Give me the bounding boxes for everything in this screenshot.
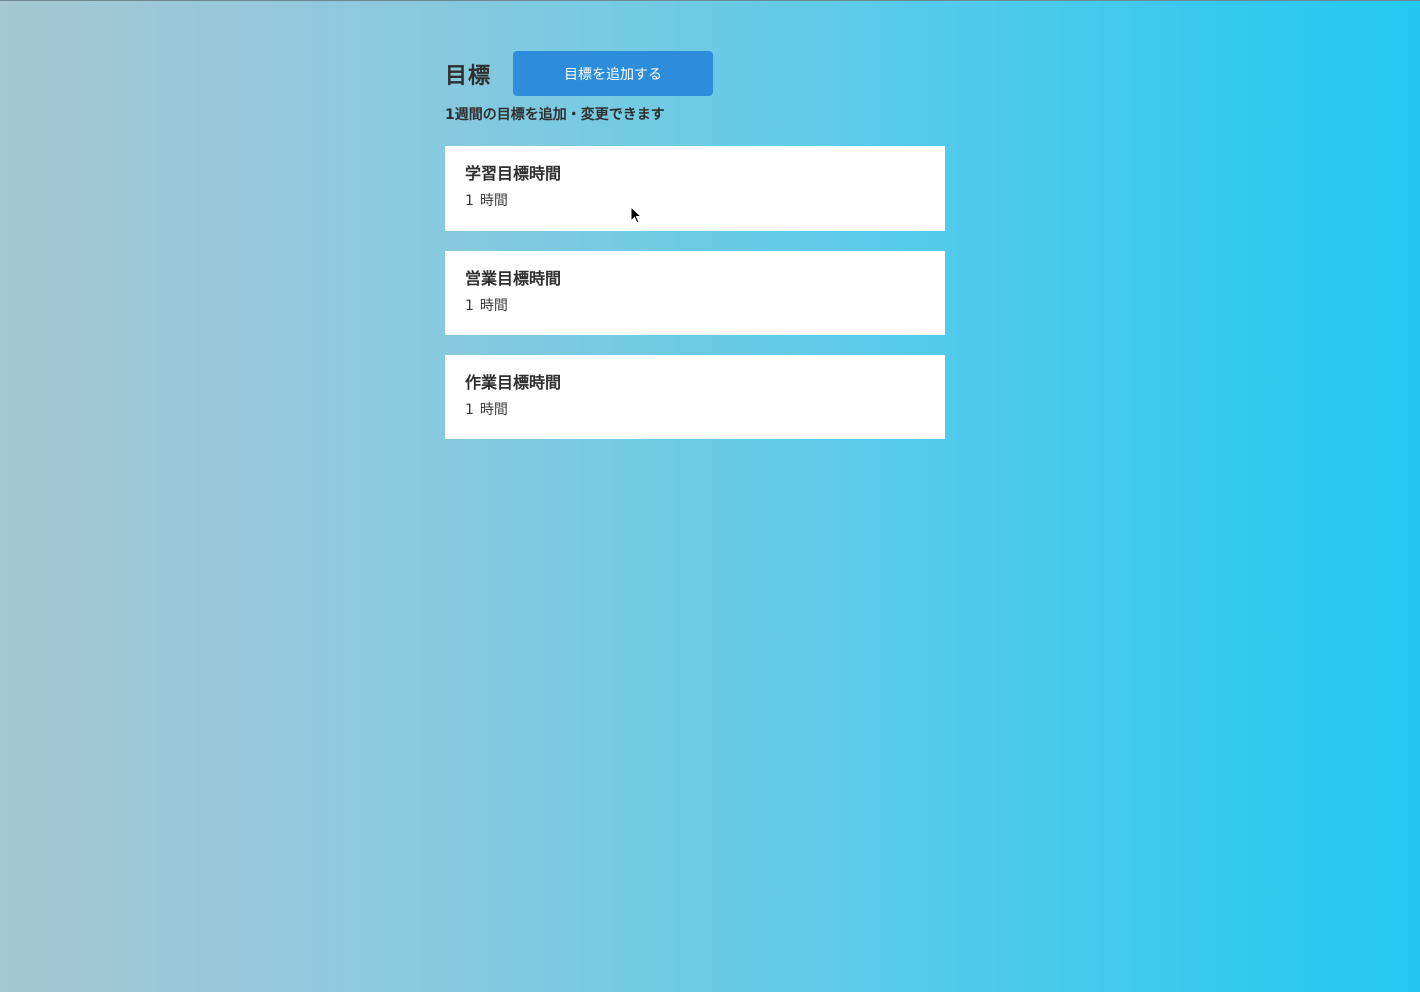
goal-card-work[interactable]: 作業目標時間 1 時間 <box>445 355 945 439</box>
goal-unit: 時間 <box>479 193 508 209</box>
goals-section: 目標 目標を追加する 1週間の目標を追加・変更できます 学習目標時間 1 時間 営… <box>445 51 945 459</box>
window-top-border <box>0 0 1420 1</box>
goal-value: 1 時間 <box>465 401 925 419</box>
mouse-pointer-icon <box>630 206 643 224</box>
goal-list: 学習目標時間 1 時間 営業目標時間 1 時間 作業目標時間 1 時間 <box>445 146 945 439</box>
goal-hours: 1 <box>465 298 474 314</box>
goal-value: 1 時間 <box>465 192 925 210</box>
goal-name: 学習目標時間 <box>465 164 562 183</box>
goal-value: 1 時間 <box>465 297 925 315</box>
add-goal-button[interactable]: 目標を追加する <box>513 51 713 96</box>
goal-hours: 1 <box>465 193 474 209</box>
goal-hours: 1 <box>465 402 474 418</box>
goal-card-sales[interactable]: 営業目標時間 1 時間 <box>445 251 945 335</box>
goal-name: 作業目標時間 <box>465 373 562 392</box>
goal-card-study[interactable]: 学習目標時間 1 時間 <box>445 146 945 231</box>
page-subtitle: 1週間の目標を追加・変更できます <box>445 107 665 123</box>
goal-unit: 時間 <box>479 298 508 314</box>
page-title: 目標 <box>445 63 492 89</box>
header-row: 目標 目標を追加する <box>445 51 945 96</box>
goal-unit: 時間 <box>479 402 508 418</box>
goal-name: 営業目標時間 <box>465 269 562 288</box>
